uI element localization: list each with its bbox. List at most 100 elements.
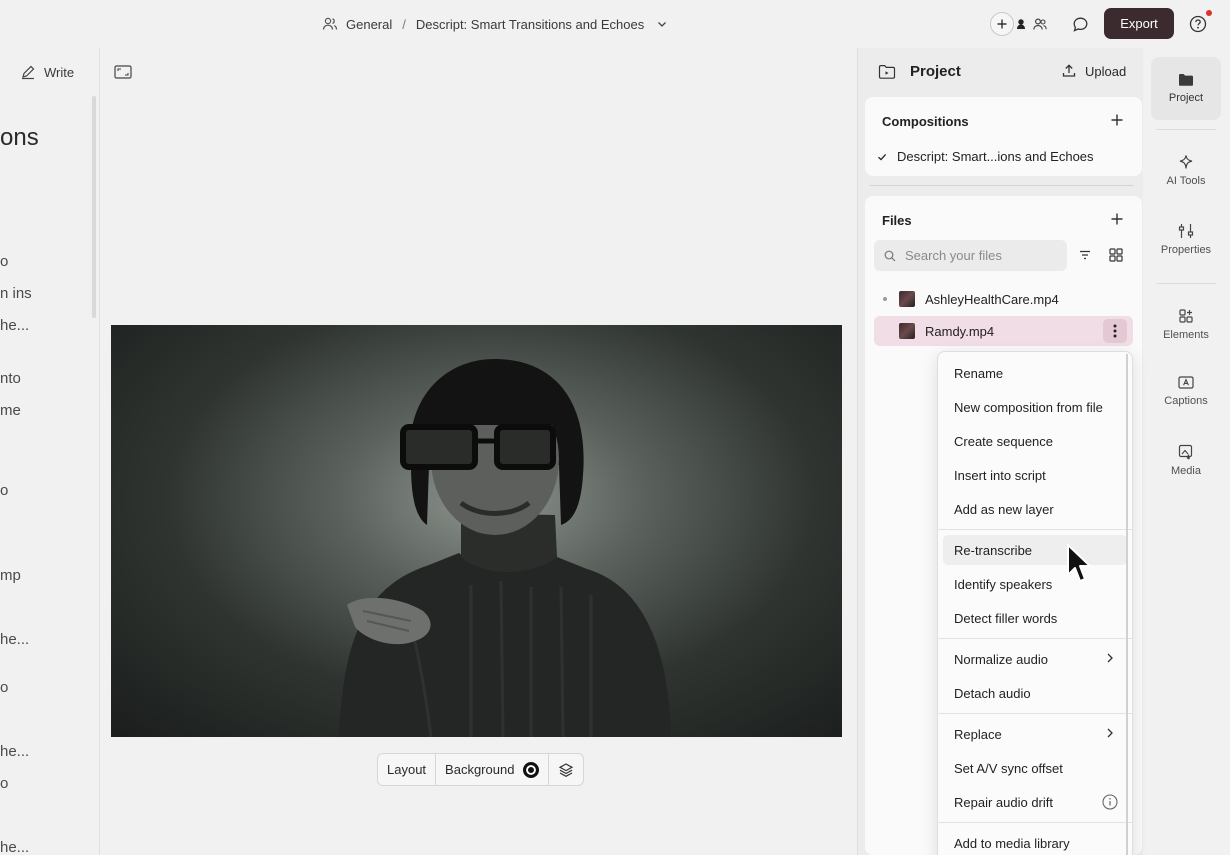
media-icon (1178, 444, 1193, 460)
elements-icon (1179, 309, 1193, 323)
rail-item-captions[interactable]: Captions (1151, 376, 1221, 407)
export-button[interactable]: Export (1104, 8, 1174, 39)
people-icon (322, 17, 338, 30)
file-row[interactable]: AshleyHealthCare.mp4 (874, 284, 1133, 314)
rail-label: Project (1168, 92, 1204, 104)
captions-icon (1178, 376, 1194, 389)
menu-item-rename[interactable]: Rename (943, 358, 1127, 388)
menu-item-re-transcribe[interactable]: Re-transcribe (943, 535, 1127, 565)
upload-label: Upload (1085, 63, 1127, 79)
script-line[interactable]: o (0, 482, 8, 499)
menu-item-detect-filler-words[interactable]: Detect filler words (943, 603, 1127, 633)
search-field[interactable] (874, 240, 1067, 271)
composition-item[interactable]: Descript: Smart...ions and Echoes (877, 149, 1094, 164)
rail-label: Elements (1163, 329, 1209, 341)
menu-item-detach-audio[interactable]: Detach audio (943, 678, 1127, 708)
grid-view-icon[interactable] (1109, 248, 1123, 262)
rail-divider (1156, 283, 1216, 284)
rail-label: Media (1171, 465, 1201, 477)
sparkle-icon (1179, 155, 1193, 169)
aspect-ratio-icon[interactable] (114, 65, 132, 79)
menu-divider (938, 822, 1132, 823)
sliders-icon (1178, 224, 1194, 238)
search-icon (884, 250, 896, 261)
breadcrumb-separator: / (402, 16, 406, 32)
menu-item-add-as-new-layer[interactable]: Add as new layer (943, 494, 1127, 524)
menu-scrollbar[interactable] (1126, 354, 1128, 855)
panel-title: Project (910, 63, 961, 80)
script-line[interactable]: nto (0, 370, 21, 387)
file-name: AshleyHealthCare.mp4 (925, 291, 1059, 307)
pen-icon (22, 65, 35, 80)
script-line[interactable]: he... (0, 743, 29, 760)
rail-label: Captions (1164, 395, 1208, 407)
team-icon[interactable] (1028, 12, 1052, 36)
rail-divider (1156, 129, 1216, 130)
rail-label: Properties (1160, 244, 1212, 256)
script-title[interactable]: ons (0, 124, 39, 152)
file-row-selected[interactable]: Ramdy.mp4 (874, 316, 1133, 346)
file-context-menu: Rename New composition from file Create … (937, 351, 1133, 855)
script-line[interactable]: me (0, 402, 21, 419)
workspace-link[interactable]: General (346, 17, 392, 32)
kebab-icon (1113, 324, 1117, 338)
menu-item-identify-speakers[interactable]: Identify speakers (943, 569, 1127, 599)
comment-icon[interactable] (1069, 13, 1091, 35)
compositions-section: Compositions Descript: Smart...ions and … (865, 97, 1142, 176)
script-scrollbar[interactable] (92, 96, 96, 318)
breadcrumb: General / Descript: Smart Transitions an… (322, 14, 676, 34)
video-preview[interactable] (111, 325, 842, 737)
help-icon[interactable] (1187, 13, 1209, 35)
rail-item-ai-tools[interactable]: AI Tools (1151, 154, 1221, 187)
script-line[interactable]: he... (0, 631, 29, 648)
menu-item-normalize-audio[interactable]: Normalize audio (943, 644, 1127, 674)
script-line[interactable]: o (0, 775, 8, 792)
layout-button[interactable]: Layout (378, 754, 437, 785)
layout-label: Layout (387, 762, 427, 777)
folder-icon (1179, 74, 1193, 86)
file-bullet (883, 297, 887, 301)
mouse-cursor-icon (1067, 544, 1091, 582)
upload-icon (1062, 64, 1076, 77)
menu-item-new-composition[interactable]: New composition from file (943, 392, 1127, 422)
layers-button[interactable] (549, 754, 583, 785)
write-label: Write (44, 64, 75, 80)
rail-item-media[interactable]: Media (1151, 444, 1221, 477)
menu-item-create-sequence[interactable]: Create sequence (943, 426, 1127, 456)
rail-item-project[interactable]: Project (1151, 57, 1221, 120)
script-line[interactable]: o (0, 679, 8, 696)
rail-item-elements[interactable]: Elements (1151, 308, 1221, 341)
more-options-button[interactable] (1103, 319, 1127, 343)
file-name: Ramdy.mp4 (925, 323, 995, 339)
chevron-right-icon (1107, 728, 1113, 738)
menu-divider (938, 638, 1132, 639)
search-input[interactable] (905, 248, 1065, 263)
script-line[interactable]: mp (0, 567, 21, 584)
top-bar: General / Descript: Smart Transitions an… (0, 0, 1230, 48)
speaker-figure (339, 359, 671, 737)
notification-dot (1206, 10, 1212, 16)
rail-item-properties[interactable]: Properties (1151, 223, 1221, 256)
descript-app: General / Descript: Smart Transitions an… (0, 0, 1230, 855)
add-file-icon[interactable] (1110, 212, 1124, 226)
menu-item-insert-into-script[interactable]: Insert into script (943, 460, 1127, 490)
upload-button[interactable]: Upload (1061, 63, 1126, 79)
info-icon[interactable] (1102, 794, 1118, 810)
script-line[interactable]: he... (0, 839, 29, 855)
menu-item-replace[interactable]: Replace (943, 719, 1127, 749)
project-name[interactable]: Descript: Smart Transitions and Echoes (416, 17, 644, 32)
chevron-down-icon[interactable] (656, 18, 668, 30)
filter-icon[interactable] (1079, 250, 1091, 260)
add-composition-icon[interactable] (1110, 113, 1124, 127)
script-line[interactable]: o (0, 253, 8, 270)
menu-item-label: Normalize audio (954, 651, 1048, 667)
menu-item-repair-audio-drift[interactable]: Repair audio drift (943, 787, 1127, 817)
menu-item-add-to-media-library[interactable]: Add to media library (943, 828, 1127, 855)
menu-item-set-av-sync-offset[interactable]: Set A/V sync offset (943, 753, 1127, 783)
chevron-right-icon (1107, 653, 1113, 663)
write-button[interactable]: Write (20, 64, 74, 80)
background-button[interactable]: Background (436, 754, 550, 785)
script-line[interactable]: he... (0, 317, 29, 334)
script-line[interactable]: n ins (0, 285, 32, 302)
background-label: Background (445, 762, 515, 777)
